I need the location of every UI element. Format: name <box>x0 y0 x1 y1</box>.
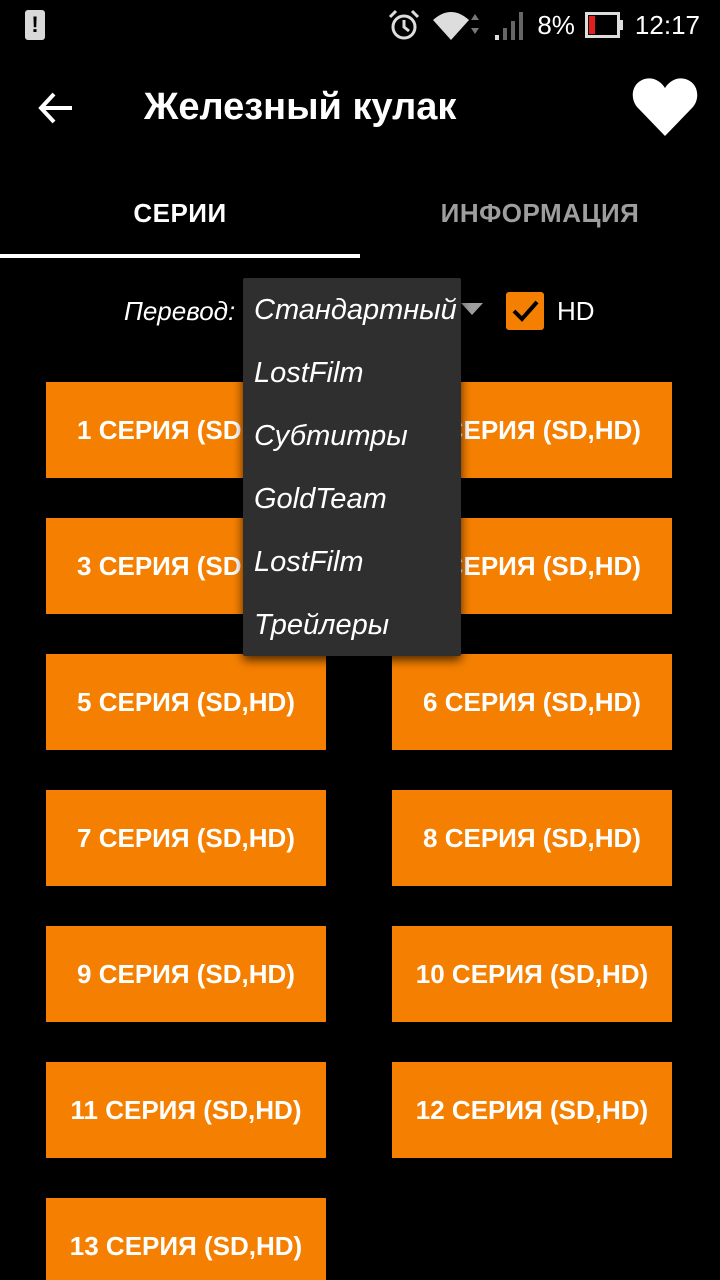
episode-button[interactable]: 11 СЕРИЯ (SD,HD) <box>46 1062 326 1158</box>
episode-button[interactable]: 6 СЕРИЯ (SD,HD) <box>392 654 672 750</box>
episode-button[interactable]: 8 СЕРИЯ (SD,HD) <box>392 790 672 886</box>
dropdown-option[interactable]: Стандартный <box>243 279 461 342</box>
episode-button[interactable]: 13 СЕРИЯ (SD,HD) <box>46 1198 326 1280</box>
episode-button[interactable]: 5 СЕРИЯ (SD,HD) <box>46 654 326 750</box>
dropdown-option[interactable]: GoldTeam <box>243 468 461 531</box>
dropdown-option[interactable]: LostFilm <box>243 531 461 594</box>
translation-dropdown: Стандартный LostFilm Субтитры GoldTeam L… <box>243 278 461 656</box>
episode-button[interactable]: 9 СЕРИЯ (SD,HD) <box>46 926 326 1022</box>
episode-button[interactable]: 7 СЕРИЯ (SD,HD) <box>46 790 326 886</box>
dropdown-option[interactable]: Субтитры <box>243 405 461 468</box>
dropdown-option[interactable]: LostFilm <box>243 342 461 405</box>
screen: ! 8% 12:17 Железный кулак СЕРИИ ИНФОРМАЦ… <box>0 0 720 1280</box>
episode-button[interactable]: 12 СЕРИЯ (SD,HD) <box>392 1062 672 1158</box>
episode-button[interactable]: 10 СЕРИЯ (SD,HD) <box>392 926 672 1022</box>
dropdown-option[interactable]: Трейлеры <box>243 594 461 657</box>
